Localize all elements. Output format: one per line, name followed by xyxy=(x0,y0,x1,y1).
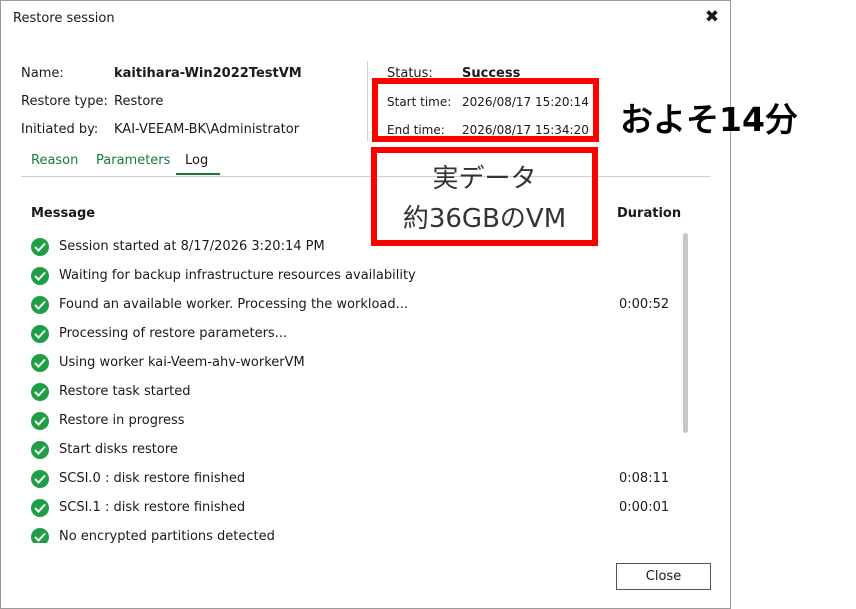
tab-parameters[interactable]: Parameters xyxy=(96,153,170,168)
log-row[interactable]: Waiting for backup infrastructure resour… xyxy=(21,262,697,291)
window-title: Restore session xyxy=(13,11,115,26)
log-list: Session started at 8/17/2026 3:20:14 PM W… xyxy=(21,233,713,543)
log-message: Using worker kai-Veem-ahv-workerVM xyxy=(59,355,305,370)
restore-type-value: Restore xyxy=(114,94,164,109)
log-scrollbar[interactable] xyxy=(683,233,688,433)
duration-column-header[interactable]: Duration xyxy=(617,206,681,221)
name-label: Name: xyxy=(21,66,64,81)
log-row[interactable]: SCSI.1 : disk restore finished 0:00:01 xyxy=(21,494,697,523)
log-message: Start disks restore xyxy=(59,442,178,457)
success-check-icon xyxy=(31,296,49,314)
log-duration: 0:00:01 xyxy=(619,500,670,515)
success-check-icon xyxy=(31,325,49,343)
log-message: SCSI.0 : disk restore finished xyxy=(59,471,246,486)
info-divider xyxy=(367,61,368,141)
data-size-note-line1: 実データ xyxy=(432,164,537,194)
log-duration: 0:00:52 xyxy=(619,297,670,312)
time-highlight-box xyxy=(372,78,599,142)
log-duration: 0:08:11 xyxy=(619,471,670,486)
log-message: SCSI.1 : disk restore finished xyxy=(59,500,246,515)
log-message: Found an available worker. Processing th… xyxy=(59,297,409,312)
active-tab-indicator xyxy=(176,173,220,175)
log-message: Waiting for backup infrastructure resour… xyxy=(59,268,416,283)
close-icon[interactable]: ✖ xyxy=(701,6,723,28)
log-message: No encrypted partitions detected xyxy=(59,529,275,543)
success-check-icon xyxy=(31,528,49,543)
message-column-header[interactable]: Message xyxy=(31,206,95,221)
log-message: Session started at 8/17/2026 3:20:14 PM xyxy=(59,239,325,254)
log-message: Processing of restore parameters... xyxy=(59,326,288,341)
success-check-icon xyxy=(31,412,49,430)
success-check-icon xyxy=(31,238,49,256)
initiated-by-value: KAI-VEEAM-BK\Administrator xyxy=(114,122,300,137)
log-row[interactable]: No encrypted partitions detected xyxy=(21,523,697,543)
log-row[interactable]: SCSI.0 : disk restore finished 0:08:11 xyxy=(21,465,697,494)
name-value: kaitihara-Win2022TestVM xyxy=(114,66,302,81)
log-row[interactable]: Using worker kai-Veem-ahv-workerVM xyxy=(21,349,697,378)
log-row[interactable]: Restore in progress xyxy=(21,407,697,436)
restore-type-label: Restore type: xyxy=(21,94,108,109)
title-bar: Restore session ✖ xyxy=(1,1,730,39)
success-check-icon xyxy=(31,470,49,488)
restore-session-window: Restore session ✖ Name: kaitihara-Win202… xyxy=(0,0,731,609)
log-row[interactable]: Processing of restore parameters... xyxy=(21,320,697,349)
tab-separator xyxy=(21,176,711,177)
initiated-by-label: Initiated by: xyxy=(21,122,99,137)
log-message: Restore task started xyxy=(59,384,191,399)
data-size-note-line2: 約36GBのVM xyxy=(402,204,567,234)
elapsed-time-note: およそ14分 xyxy=(620,100,798,139)
log-message: Restore in progress xyxy=(59,413,185,428)
close-button[interactable]: Close xyxy=(616,563,711,590)
success-check-icon xyxy=(31,267,49,285)
tab-reason[interactable]: Reason xyxy=(31,153,78,168)
success-check-icon xyxy=(31,354,49,372)
log-row[interactable]: Restore task started xyxy=(21,378,697,407)
success-check-icon xyxy=(31,441,49,459)
log-row[interactable]: Found an available worker. Processing th… xyxy=(21,291,697,320)
tab-log[interactable]: Log xyxy=(185,153,208,168)
log-row[interactable]: Start disks restore xyxy=(21,436,697,465)
success-check-icon xyxy=(31,499,49,517)
success-check-icon xyxy=(31,383,49,401)
